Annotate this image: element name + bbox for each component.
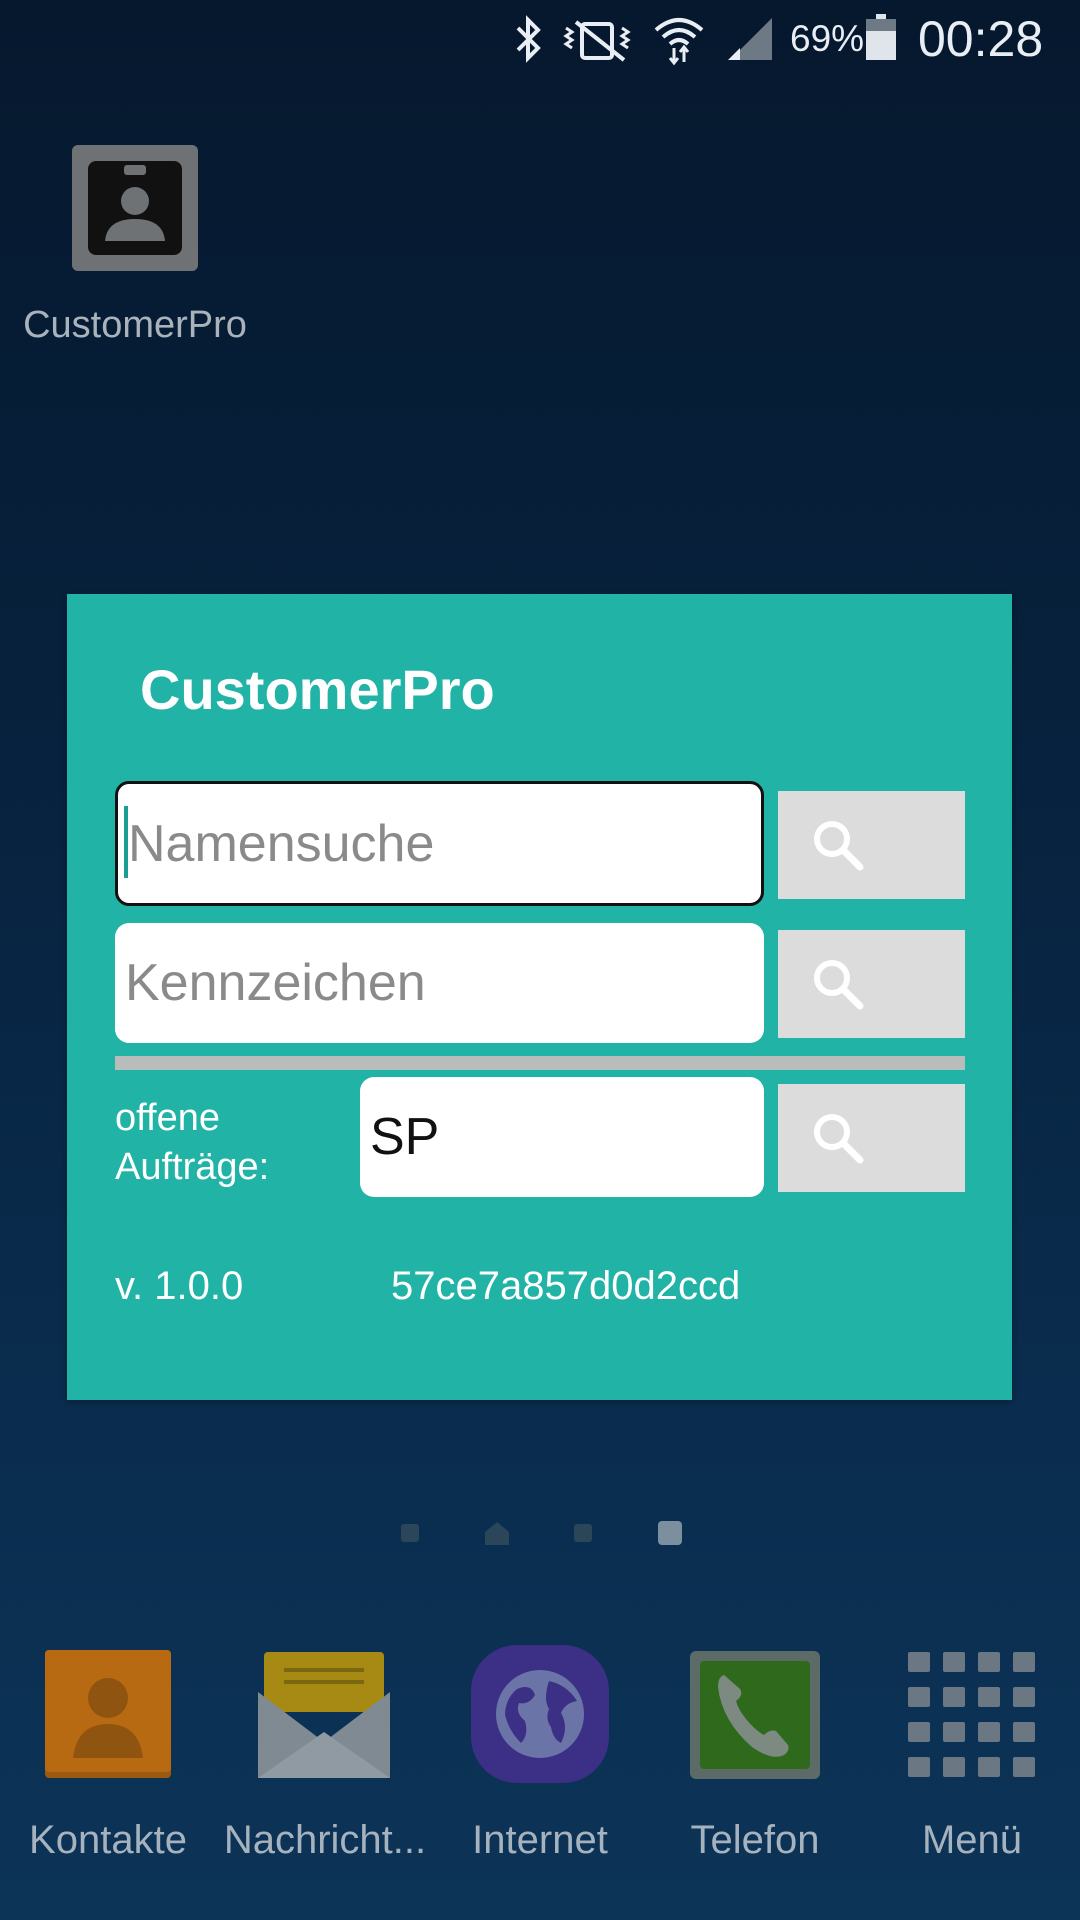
version-label: v. 1.0.0 (115, 1264, 244, 1308)
open-orders-field[interactable] (360, 1077, 764, 1197)
home-page-icon[interactable] (484, 1520, 510, 1546)
customerpro-widget: CustomerPro offene Aufträge: v. 1.0.0 57… (67, 594, 1012, 1400)
name-search-button[interactable] (778, 791, 965, 899)
bluetooth-icon (508, 14, 548, 64)
text-caret (124, 806, 128, 878)
apps-grid-icon[interactable] (908, 1652, 1036, 1778)
open-orders-input[interactable] (360, 1077, 764, 1197)
internet-icon[interactable] (469, 1643, 611, 1785)
app-label: CustomerPro (23, 304, 247, 346)
battery-percent: 69% (790, 18, 865, 59)
widget-title: CustomerPro (140, 658, 495, 721)
device-hash: 57ce7a857d0d2ccd (391, 1264, 741, 1308)
dock-label: Kontakte (29, 1818, 187, 1862)
open-orders-search-button[interactable] (778, 1084, 965, 1192)
badge-person-icon (105, 165, 165, 241)
search-icon (814, 821, 864, 871)
battery-icon (866, 14, 896, 60)
search-icon (814, 960, 864, 1010)
dock-label: Telefon (690, 1818, 820, 1862)
page-dot[interactable] (574, 1524, 592, 1542)
status-bar: 69% 00:28 (0, 0, 1080, 78)
phone-icon[interactable] (690, 1651, 820, 1779)
plate-search-input[interactable] (115, 923, 764, 1043)
dock-label: Menü (921, 1818, 1023, 1862)
customerpro-app-icon[interactable] (72, 145, 198, 271)
plate-search-button[interactable] (778, 930, 965, 1038)
search-icon (814, 1114, 864, 1164)
page-dot[interactable] (401, 1524, 419, 1542)
wifi-icon (652, 14, 706, 66)
divider (115, 1056, 965, 1070)
dock-label: Nachricht... (223, 1818, 427, 1862)
messages-icon[interactable] (258, 1652, 390, 1778)
page-dot-active[interactable] (658, 1521, 682, 1545)
contacts-icon[interactable] (45, 1650, 171, 1778)
open-orders-label: offene Aufträge: (115, 1097, 270, 1188)
name-search-input[interactable] (118, 784, 761, 903)
signal-icon (722, 14, 774, 64)
name-search-field[interactable] (115, 781, 764, 906)
clock: 00:28 (918, 11, 1044, 67)
dock-label: Internet (472, 1818, 608, 1862)
plate-search-field[interactable] (115, 923, 764, 1043)
vibrate-mute-icon (562, 14, 638, 64)
